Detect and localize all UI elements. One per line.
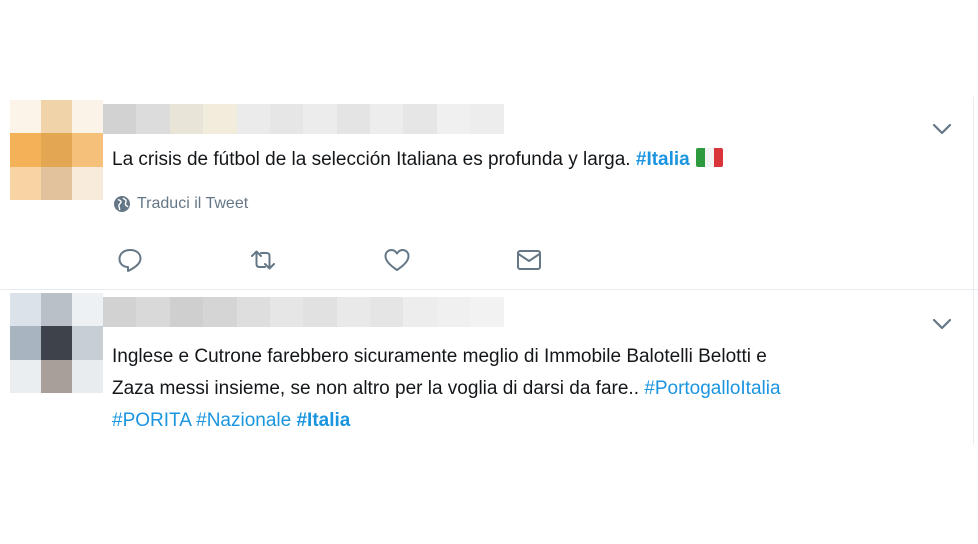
tweet-actions — [0, 246, 978, 274]
reply-button[interactable] — [115, 246, 145, 274]
hashtag-link[interactable]: #Italia — [636, 149, 690, 170]
translate-label: Traduci il Tweet — [137, 195, 249, 212]
tweet-text-body: La crisis de fútbol de la selección Ital… — [112, 149, 636, 170]
chevron-down-icon[interactable] — [930, 314, 954, 334]
retweet-button[interactable] — [248, 246, 278, 274]
globe-icon — [114, 196, 130, 212]
username[interactable] — [103, 297, 504, 327]
hashtag-link[interactable]: #Italia — [296, 410, 350, 431]
tweet-text-line: Inglese e Cutrone farebbero sicuramente … — [112, 346, 767, 367]
heart-icon — [384, 249, 410, 271]
hashtag-link[interactable]: #PortogalloItalia — [644, 378, 780, 399]
like-button[interactable] — [382, 246, 412, 274]
italy-flag-emoji — [695, 148, 723, 167]
reply-icon — [118, 249, 142, 272]
retweet-icon — [251, 250, 275, 270]
hashtag-link[interactable]: #PORITA — [112, 410, 191, 431]
hashtag-link[interactable]: #Nazionale — [196, 410, 291, 431]
avatar[interactable] — [10, 293, 103, 393]
chevron-down-icon[interactable] — [930, 119, 954, 139]
direct-message-button[interactable] — [514, 246, 544, 274]
tweet-text: La crisis de fútbol de la selección Ital… — [112, 144, 932, 176]
username[interactable] — [103, 104, 504, 134]
tweet[interactable]: Inglese e Cutrone farebbero sicuramente … — [0, 290, 978, 445]
avatar[interactable] — [10, 100, 103, 200]
tweet-text-line: Zaza messi insieme, se non altro per la … — [112, 378, 645, 399]
twitter-timeline: La crisis de fútbol de la selección Ital… — [0, 0, 978, 544]
column-border — [973, 97, 974, 445]
tweet-text: Inglese e Cutrone farebbero sicuramente … — [112, 341, 932, 437]
translate-tweet-link[interactable]: Traduci il Tweet — [113, 195, 248, 213]
envelope-icon — [517, 250, 541, 270]
tweet[interactable]: La crisis de fútbol de la selección Ital… — [0, 97, 978, 290]
